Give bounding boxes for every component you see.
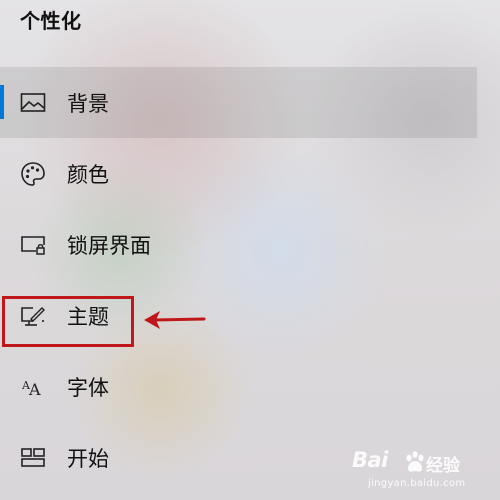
nav-item-colors[interactable]: 颜色	[0, 138, 477, 209]
baidu-jingyan-watermark: Bai 经验 jingyan.baidu.com	[352, 448, 492, 496]
nav-item-lock-screen[interactable]: 锁屏界面	[0, 209, 477, 280]
palette-icon	[18, 159, 48, 189]
settings-nav: 背景 颜色 锁屏界面 主题 A A 字体 开始	[0, 67, 477, 500]
nav-label-fonts: 字体	[67, 375, 109, 400]
annotation-highlight-box	[2, 296, 134, 347]
nav-label-background: 背景	[67, 91, 109, 116]
page-title: 个性化	[20, 9, 82, 33]
watermark-url: jingyan.baidu.com	[368, 478, 466, 489]
watermark-site: 经验	[426, 456, 460, 476]
nav-item-background[interactable]: 背景	[0, 67, 477, 138]
nav-item-fonts[interactable]: A A 字体	[0, 351, 477, 422]
nav-label-start: 开始	[67, 446, 109, 471]
font-icon: A A	[18, 372, 48, 402]
start-icon	[18, 443, 48, 473]
selection-indicator	[0, 85, 4, 119]
paw-logo-icon	[404, 450, 426, 478]
nav-label-colors: 颜色	[67, 162, 109, 187]
watermark-brand: Bai	[352, 448, 388, 472]
svg-text:A: A	[28, 380, 41, 399]
lock-screen-icon	[18, 230, 48, 260]
annotation-arrow-icon	[144, 311, 206, 329]
picture-icon	[18, 88, 48, 118]
nav-label-lock-screen: 锁屏界面	[67, 233, 151, 258]
